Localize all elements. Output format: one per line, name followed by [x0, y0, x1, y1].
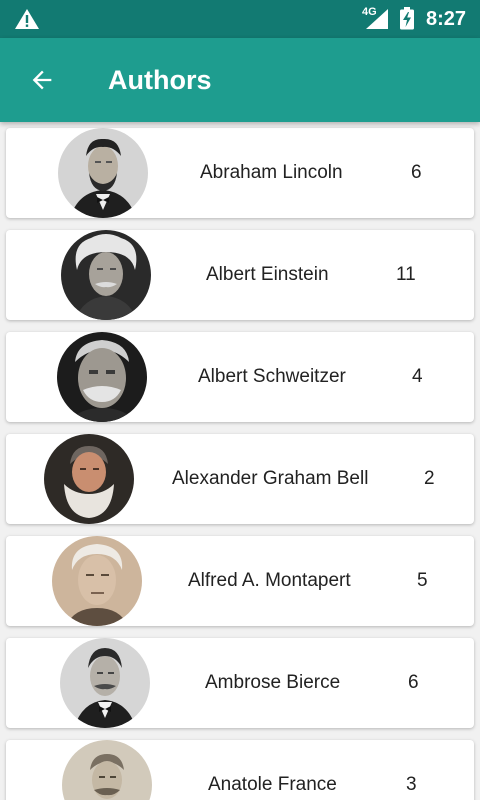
author-card[interactable]: Albert Einstein 11	[6, 230, 474, 320]
author-avatar	[60, 638, 150, 728]
author-name: Alexander Graham Bell	[172, 468, 369, 489]
quote-count: 11	[396, 264, 416, 285]
author-name: Abraham Lincoln	[200, 162, 343, 183]
quote-count: 6	[408, 672, 419, 693]
battery-charging-icon	[400, 7, 414, 30]
author-avatar	[57, 332, 147, 422]
arrow-back-icon	[32, 70, 52, 90]
author-avatar	[44, 434, 134, 524]
authors-list[interactable]: Abraham Lincoln 6 Albert Einstein 11 Alb…	[0, 122, 480, 800]
author-avatar	[62, 740, 152, 800]
quote-count: 6	[411, 162, 422, 183]
author-name: Albert Schweitzer	[198, 366, 346, 387]
author-avatar	[61, 230, 151, 320]
app-bar: Authors	[0, 38, 480, 122]
author-card[interactable]: Alfred A. Montapert 5	[6, 536, 474, 626]
author-card[interactable]: Ambrose Bierce 6	[6, 638, 474, 728]
author-name: Albert Einstein	[206, 264, 329, 285]
author-name: Ambrose Bierce	[205, 672, 341, 693]
back-button[interactable]	[24, 62, 60, 98]
author-card[interactable]: Alexander Graham Bell 2	[6, 434, 474, 524]
author-card[interactable]: Abraham Lincoln 6	[6, 128, 474, 218]
quote-count: 3	[406, 774, 417, 795]
quote-count: 4	[412, 366, 423, 387]
quote-count: 2	[424, 468, 435, 489]
status-bar: 4G 8:27	[0, 0, 480, 38]
quote-count: 5	[417, 570, 428, 591]
network-type: 4G	[362, 6, 377, 18]
author-card[interactable]: Anatole France 3	[6, 740, 474, 800]
author-avatar	[52, 536, 142, 626]
author-avatar	[58, 128, 148, 218]
author-name: Alfred A. Montapert	[188, 570, 351, 591]
page-title: Authors	[108, 65, 212, 95]
author-name: Anatole France	[208, 774, 337, 795]
author-card[interactable]: Albert Schweitzer 4	[6, 332, 474, 422]
warning-icon	[15, 9, 39, 29]
status-clock: 8:27	[426, 8, 467, 30]
